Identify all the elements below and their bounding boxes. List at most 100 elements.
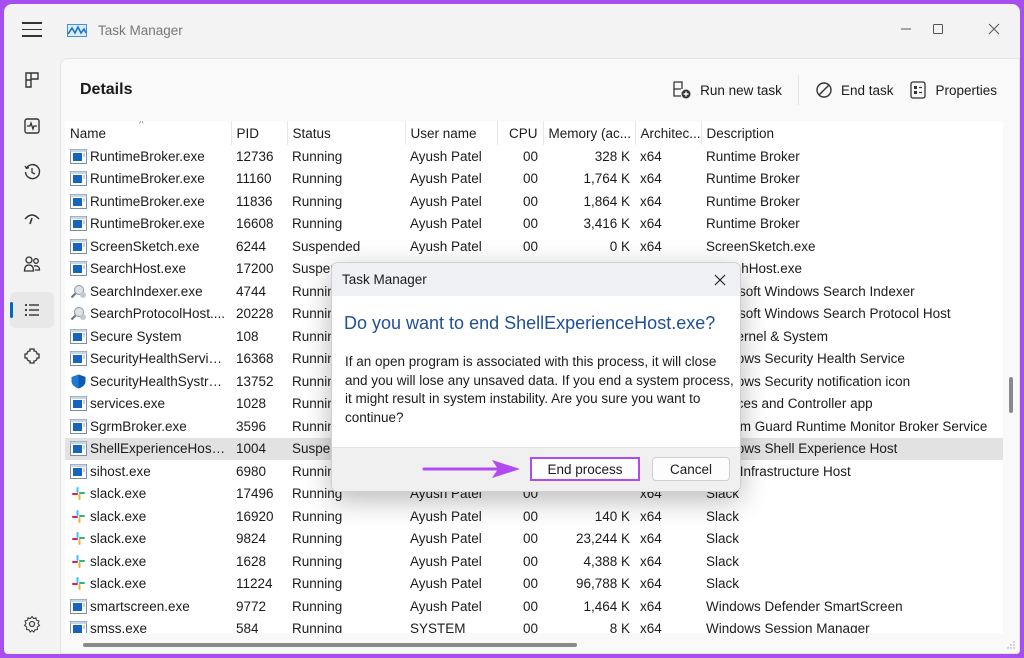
cell-pid: 1028 [236,396,267,412]
cell-description: ScreenSketch.exe [706,238,816,254]
cell-name: SecurityHealthServic... [65,348,231,371]
column-header-name[interactable]: ^ Name [65,121,232,145]
end-task-button[interactable]: End task [807,77,902,103]
table-row[interactable]: slack.exe 1628 Running Ayush Patel 00 4,388 K… [65,550,1003,573]
cell-cpu: 00 [522,576,538,592]
cell-status: Running [292,171,343,187]
cell-memory: 140 K [594,508,630,524]
nav-processes[interactable] [10,62,54,98]
cell-pid: 4744 [236,283,267,299]
column-header-status[interactable]: Status [287,121,406,145]
annotation-arrow-icon [422,460,520,478]
hamburger-menu-button[interactable] [22,22,42,38]
cell-pid: 11836 [236,193,273,209]
cell-architecture: x64 [640,508,662,524]
cell-status: Running [292,508,343,524]
column-label: Name [70,125,107,141]
cell-name: RuntimeBroker.exe [65,190,231,213]
table-row[interactable]: slack.exe 16920 Running Ayush Patel 00 140 K x… [65,505,1003,528]
properties-button[interactable]: Properties [901,76,1005,104]
end-process-button[interactable]: End process [530,457,640,481]
cell-cpu: 00 [522,621,538,633]
close-icon [988,23,1000,35]
table-row[interactable]: smss.exe 584 Running SYSTEM 00 8 K x64 Windows … [65,618,1003,633]
application-icon [70,463,87,479]
nav-startup-apps[interactable] [10,200,54,236]
cell-pid: 16368 [236,351,274,367]
column-header-cpu[interactable]: CPU [497,121,544,145]
cell-name: RuntimeBroker.exe [65,213,231,236]
process-name: slack.exe [90,508,147,524]
column-header-architecture[interactable]: Architec... [635,121,702,145]
cell-memory: 0 K [609,238,630,254]
table-row[interactable]: RuntimeBroker.exe 11836 Running Ayush Patel… [65,190,1003,213]
nav-settings[interactable] [10,606,54,642]
table-row[interactable]: RuntimeBroker.exe 12736 Running Ayush Patel… [65,145,1003,168]
nav-users[interactable] [10,246,54,282]
table-row[interactable]: RuntimeBroker.exe 11160 Running Ayush Patel… [65,168,1003,191]
close-button[interactable] [972,14,1016,44]
dialog-close-button[interactable] [706,267,734,293]
table-row[interactable]: ScreenSketch.exe 6244 Suspended Ayush Patel… [65,235,1003,258]
process-name: slack.exe [90,576,147,592]
cell-cpu: 00 [522,216,538,232]
cell-pid: 6244 [236,238,267,254]
cell-memory: 1,864 K [583,193,630,209]
resize-grip-icon[interactable] [1007,641,1015,649]
cell-memory: 8 K [609,621,630,633]
slack-icon [72,487,85,501]
cell-description: Runtime Broker [706,216,800,232]
column-header-description[interactable]: Description [701,121,1003,145]
cell-pid: 9772 [236,598,267,614]
process-name: slack.exe [90,531,147,547]
column-header-memory[interactable]: Memory (ac... [543,121,636,145]
cell-description: Windows Security Health Service [706,351,905,367]
process-name: slack.exe [90,553,147,569]
cell-name: RuntimeBroker.exe [65,145,231,168]
vertical-scrollbar-thumb[interactable] [1009,377,1013,413]
services-icon [24,348,40,364]
process-name: sihost.exe [90,463,151,479]
table-row[interactable]: smartscreen.exe 9772 Running Ayush Patel 00 1… [65,595,1003,618]
toolbar-divider [797,75,799,105]
column-header-user-name[interactable]: User name [405,121,498,145]
cancel-button[interactable]: Cancel [652,457,730,481]
nav-performance[interactable] [10,108,54,144]
process-name: services.exe [90,396,166,412]
cell-memory: 4,388 K [583,553,630,569]
cell-pid: 11160 [236,171,272,187]
table-row[interactable]: RuntimeBroker.exe 16608 Running Ayush Patel… [65,213,1003,236]
application-icon [70,171,87,187]
column-header-pid[interactable]: PID [231,121,288,145]
maximize-button[interactable] [916,14,960,44]
dialog-title-bar: Task Manager [332,263,740,296]
cell-memory: 23,244 K [575,531,630,547]
cell-architecture: x64 [640,531,662,547]
cell-name: smartscreen.exe [65,595,231,618]
cell-pid: 9824 [236,531,267,547]
cell-pid: 108 [236,328,259,344]
nav-app-history[interactable] [10,154,54,190]
cell-cpu: 00 [522,171,538,187]
run-new-task-button[interactable]: Run new task [664,76,790,104]
processes-icon [25,72,39,88]
startup-icon [24,214,40,225]
cell-user: Ayush Patel [410,531,482,547]
horizontal-scrollbar-thumb[interactable] [83,643,577,647]
cell-name: SgrmBroker.exe [65,415,231,438]
cell-architecture: x64 [640,171,662,187]
cell-name: ShellExperienceHost.... [65,437,231,460]
end-task-label: End task [840,82,894,98]
cell-description: Windows Defender SmartScreen [706,598,903,614]
nav-details[interactable] [10,292,54,328]
slack-icon [72,554,85,568]
cell-name: slack.exe [65,483,231,506]
cell-name: slack.exe [65,505,231,528]
nav-services[interactable] [10,338,54,374]
cell-pid: 13752 [236,373,274,389]
cell-status: Running [292,553,343,569]
table-row[interactable]: slack.exe 11224 Running Ayush Patel 00 96,788… [65,573,1003,596]
gear-icon [23,615,41,633]
table-row[interactable]: slack.exe 9824 Running Ayush Patel 00 23,244 … [65,528,1003,551]
maximize-icon [933,24,943,34]
